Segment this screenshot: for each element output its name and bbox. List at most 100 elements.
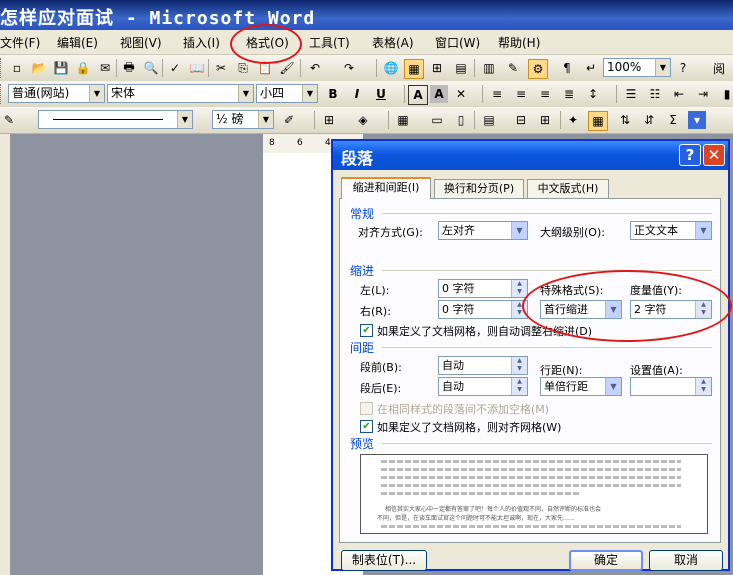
distribute-columns-icon[interactable]: ⊞	[536, 111, 554, 129]
spin-arrows-icon[interactable]: ▲ ▼	[511, 357, 527, 374]
font-size-combo[interactable]: 小四 ▼	[256, 84, 318, 103]
align-cell-icon[interactable]: ▤	[480, 111, 498, 129]
underline-button[interactable]: U	[372, 85, 390, 103]
email-icon[interactable]: ✉	[96, 59, 114, 77]
alignment-select[interactable]: 左对齐 ▼	[438, 221, 528, 240]
spin-arrows-icon[interactable]: ▲ ▼	[695, 378, 711, 395]
menu-view[interactable]: 视图(V)	[120, 34, 162, 51]
show-hide-icon[interactable]: ¶	[558, 59, 576, 77]
sort-asc-icon[interactable]: ⇅	[616, 111, 634, 129]
help-button[interactable]: ?	[679, 144, 701, 166]
space-before-spinner[interactable]: 自动 ▲ ▼	[438, 356, 528, 375]
outline-level-select[interactable]: 正文文本 ▼	[630, 221, 712, 240]
columns-icon[interactable]: ▥	[480, 59, 498, 77]
chevron-down-icon[interactable]: ▼	[238, 85, 253, 102]
research-icon[interactable]: 📖	[188, 59, 206, 77]
chevron-down-icon[interactable]: ▼	[89, 85, 104, 102]
shading-icon[interactable]: ◈	[354, 111, 372, 129]
toolbar-grip[interactable]	[0, 84, 4, 104]
undo-icon[interactable]: ↶	[306, 59, 324, 77]
menu-insert[interactable]: 插入(I)	[183, 34, 220, 51]
line-spacing-select[interactable]: 单倍行距 ▼	[540, 377, 622, 396]
sort-desc-icon[interactable]: ⇵	[640, 111, 658, 129]
zoom-combo[interactable]: 100% ▼	[603, 58, 671, 77]
line-weight-combo[interactable]: ½ 磅 ▼	[212, 110, 274, 129]
tab-indents-spacing[interactable]: 缩进和间距(I)	[341, 177, 431, 199]
autosum-button[interactable]: Σ	[664, 111, 682, 129]
align-center-icon[interactable]: ≡	[512, 85, 530, 103]
font-combo[interactable]: 宋体 ▼	[107, 84, 254, 103]
auto-right-indent-checkbox[interactable]: ✔	[360, 324, 373, 337]
save-icon[interactable]: 💾	[52, 59, 70, 77]
menu-edit[interactable]: 编辑(E)	[57, 34, 98, 51]
merge-cells-icon[interactable]: ▭	[428, 111, 446, 129]
open-folder-icon[interactable]: 📂	[30, 59, 48, 77]
gridlines-icon[interactable]: ▦	[588, 111, 608, 131]
document-map-icon[interactable]: ⚙	[528, 59, 548, 79]
bullets-icon[interactable]: ☷	[646, 85, 664, 103]
reading-button[interactable]: 阅	[706, 59, 732, 77]
chevron-down-icon[interactable]: ▼	[655, 59, 670, 76]
line-spacing-icon[interactable]: ↕	[584, 85, 602, 103]
spelling-icon[interactable]: ✓	[166, 59, 184, 77]
chevron-down-icon[interactable]: ▼	[302, 85, 317, 102]
autoformat-icon[interactable]: ✦	[564, 111, 582, 129]
menu-tools[interactable]: 工具(T)	[309, 34, 350, 51]
split-cells-icon[interactable]: ▯	[452, 111, 470, 129]
align-right-icon[interactable]: ≡	[536, 85, 554, 103]
at-spinner[interactable]: ▲ ▼	[630, 377, 712, 396]
pilcrow-icon[interactable]: ↵	[582, 59, 600, 77]
close-button[interactable]: ✕	[703, 144, 725, 166]
toolbar-grip[interactable]	[0, 58, 4, 78]
table-icon[interactable]: ▦	[394, 111, 412, 129]
dialog-title-bar[interactable]: 段落 ? ✕	[333, 141, 728, 170]
left-indent-spinner[interactable]: 0 字符 ▲ ▼	[438, 279, 528, 298]
help-icon[interactable]: ?	[674, 59, 692, 77]
tab-line-page-breaks[interactable]: 换行和分页(P)	[434, 179, 524, 198]
menu-window[interactable]: 窗口(W)	[435, 34, 480, 51]
insert-table-icon[interactable]: ⊞	[428, 59, 446, 77]
italic-button[interactable]: I	[348, 85, 366, 103]
print-icon[interactable]: 🖶	[120, 59, 138, 77]
chevron-down-icon[interactable]: ▼	[258, 111, 273, 128]
chevron-down-icon[interactable]: ▼	[695, 222, 711, 239]
style-combo[interactable]: 普通(网站) ▼	[8, 84, 105, 103]
line-style-combo[interactable]: ▼	[38, 110, 193, 129]
menu-file[interactable]: 文件(F)	[0, 34, 40, 51]
snap-to-grid-checkbox[interactable]: ✔	[360, 420, 373, 433]
print-preview-icon[interactable]: 🔍	[142, 59, 160, 77]
numbering-icon[interactable]: ☰	[622, 85, 640, 103]
justify-icon[interactable]: ≣	[560, 85, 578, 103]
increase-indent-icon[interactable]: ⇥	[694, 85, 712, 103]
scale-icon[interactable]: ✕	[452, 85, 470, 103]
draw-table-icon[interactable]: ✎	[0, 111, 18, 129]
permission-icon[interactable]: 🔒	[74, 59, 92, 77]
tables-borders-icon[interactable]: ▦	[404, 59, 424, 79]
char-border-button[interactable]: A	[408, 85, 428, 105]
borders-icon[interactable]: ⊞	[320, 111, 338, 129]
right-indent-spinner[interactable]: 0 字符 ▲ ▼	[438, 300, 528, 319]
align-left-icon[interactable]: ≡	[488, 85, 506, 103]
drawing-icon[interactable]: ✎	[504, 59, 522, 77]
chevron-down-icon[interactable]: ▼	[177, 111, 192, 128]
highlight-icon[interactable]: ▮	[718, 85, 733, 103]
toolbar-options-icon[interactable]: ▾	[688, 111, 706, 129]
chevron-down-icon[interactable]: ▼	[511, 222, 527, 239]
distribute-rows-icon[interactable]: ⊟	[512, 111, 530, 129]
chevron-down-icon[interactable]: ▼	[605, 378, 621, 395]
decrease-indent-icon[interactable]: ⇤	[670, 85, 688, 103]
bold-button[interactable]: B	[324, 85, 342, 103]
spin-arrows-icon[interactable]: ▲ ▼	[511, 280, 527, 297]
insert-excel-icon[interactable]: ▤	[452, 59, 470, 77]
hyperlink-icon[interactable]: 🌐	[382, 59, 400, 77]
border-color-icon[interactable]: ✐	[280, 111, 298, 129]
cut-icon[interactable]: ✂	[212, 59, 230, 77]
space-after-spinner[interactable]: 自动 ▲ ▼	[438, 377, 528, 396]
menu-table[interactable]: 表格(A)	[372, 34, 414, 51]
ok-button[interactable]: 确定	[569, 550, 643, 571]
new-document-icon[interactable]: ▫	[8, 59, 26, 77]
tabs-button[interactable]: 制表位(T)...	[341, 550, 427, 571]
menu-help[interactable]: 帮助(H)	[498, 34, 540, 51]
char-shading-button[interactable]: A	[430, 85, 448, 103]
tab-asian-typography[interactable]: 中文版式(H)	[527, 179, 609, 198]
